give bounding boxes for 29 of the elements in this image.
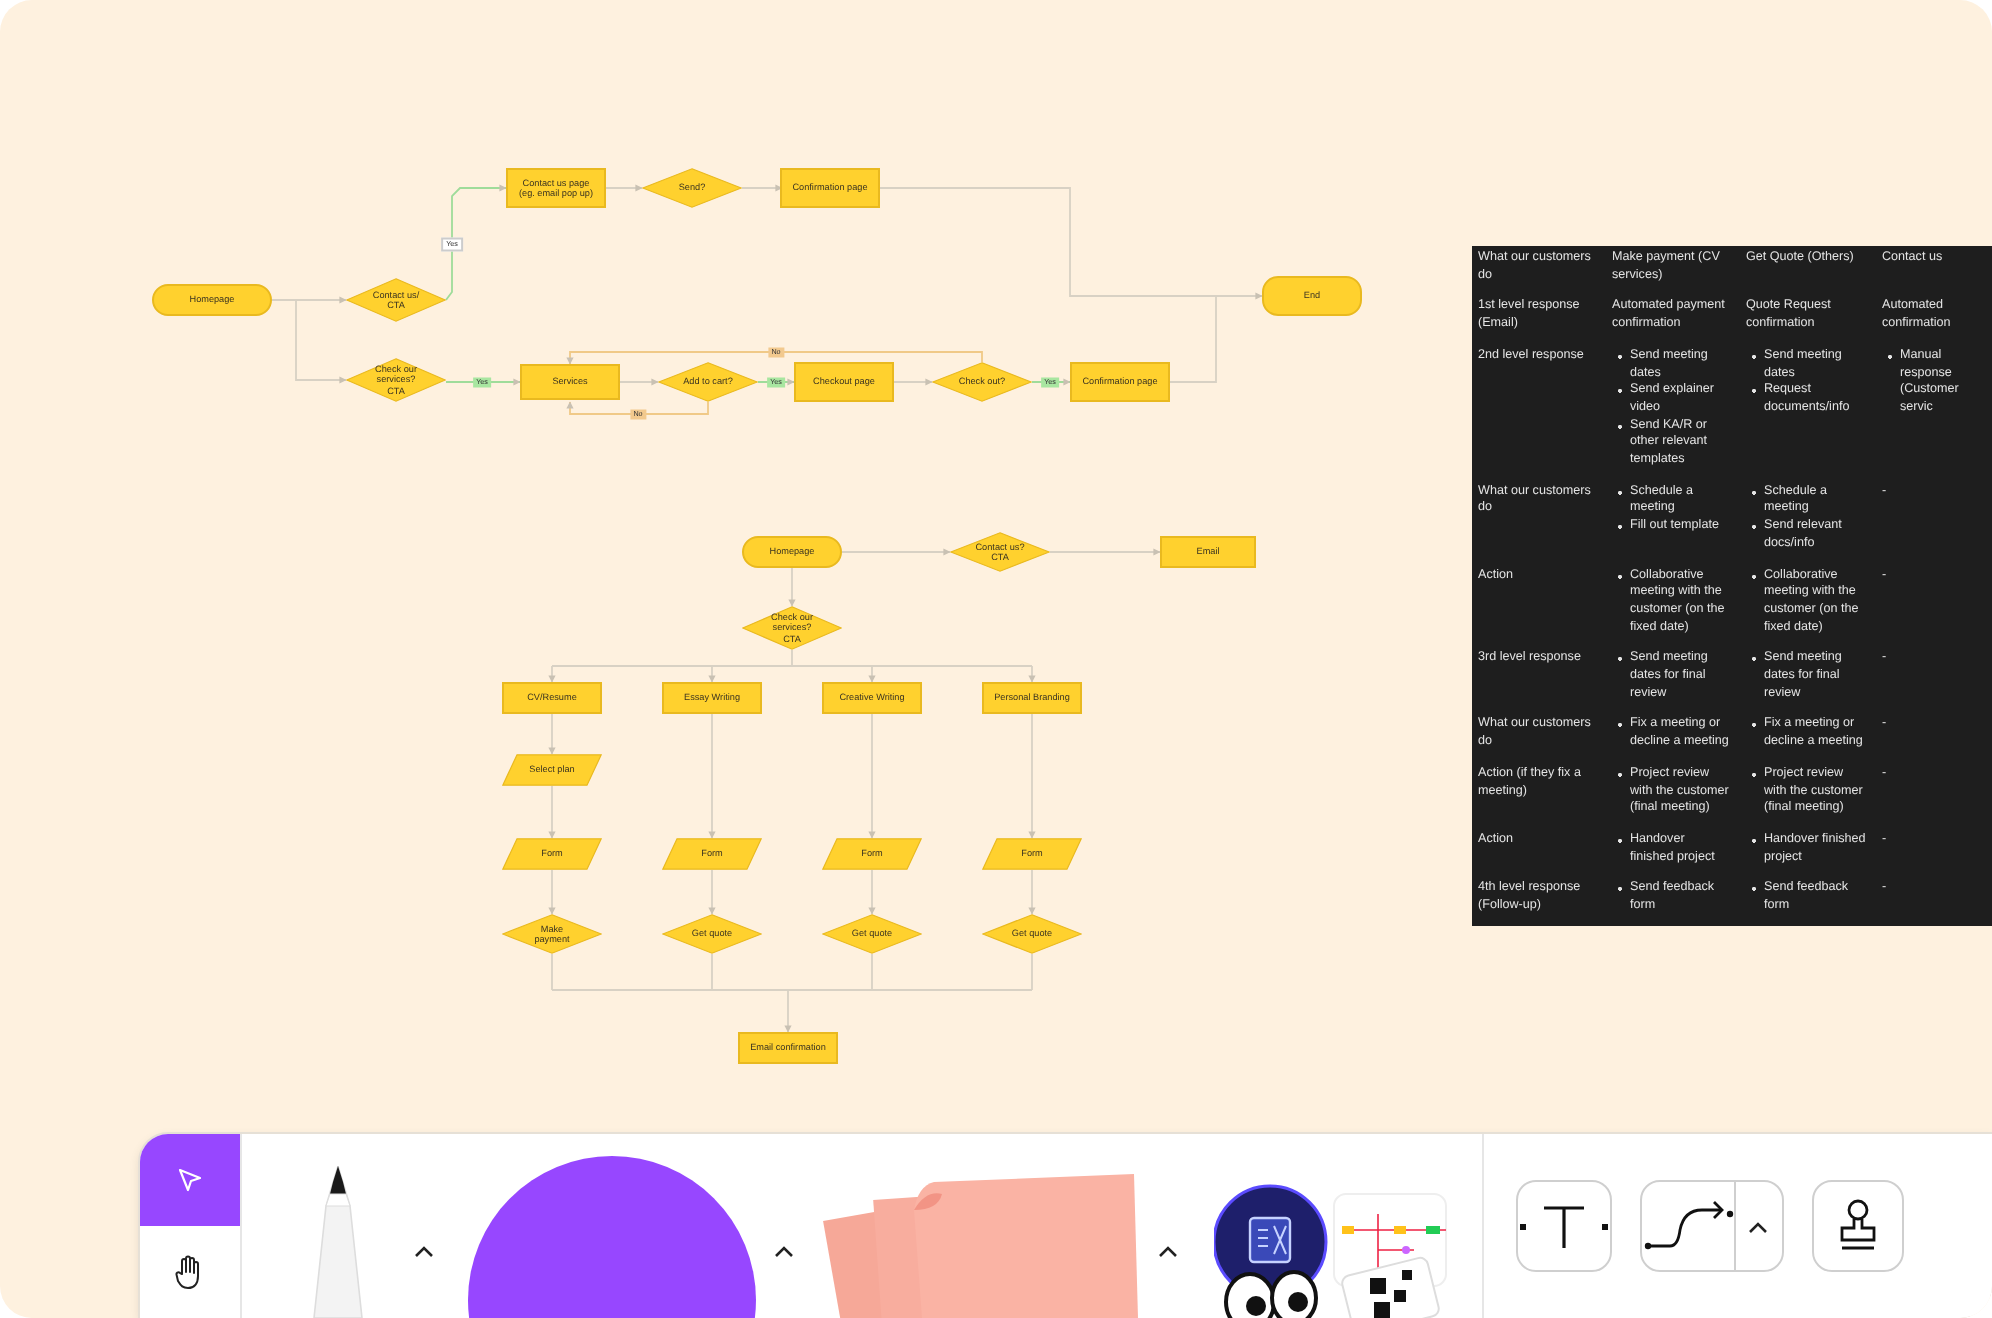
connector-line	[548, 785, 556, 839]
connector-line	[566, 401, 709, 415]
circle-shape-icon[interactable]	[466, 1154, 758, 1318]
stamp-icon	[1836, 1198, 1880, 1254]
connector-line	[841, 548, 951, 556]
connector-line	[1049, 548, 1161, 556]
connector-line	[1028, 869, 1036, 915]
curved-arrow-icon	[1642, 1198, 1734, 1254]
connector-line	[619, 378, 659, 386]
connector-line	[868, 869, 876, 915]
connector-line	[548, 869, 556, 915]
stamp-tool-button[interactable]	[1812, 1180, 1904, 1272]
hand-tool[interactable]	[140, 1226, 240, 1318]
connector-tool-button[interactable]	[1640, 1180, 1784, 1272]
text-tool-button[interactable]	[1516, 1180, 1612, 1272]
connector-line	[708, 713, 716, 839]
connector-line	[893, 378, 933, 386]
connector-line	[605, 184, 643, 192]
cursor-icon	[176, 1166, 204, 1194]
connector-line	[1028, 713, 1036, 839]
connector-line	[741, 184, 783, 192]
connector-line	[788, 567, 796, 607]
select-tool[interactable]	[140, 1134, 240, 1226]
caret-icon	[1748, 1219, 1768, 1233]
connector-line	[868, 713, 876, 839]
connector-line	[445, 184, 507, 301]
connector-line	[708, 869, 716, 915]
text-icon	[1520, 1202, 1608, 1250]
connector-line	[548, 713, 556, 755]
